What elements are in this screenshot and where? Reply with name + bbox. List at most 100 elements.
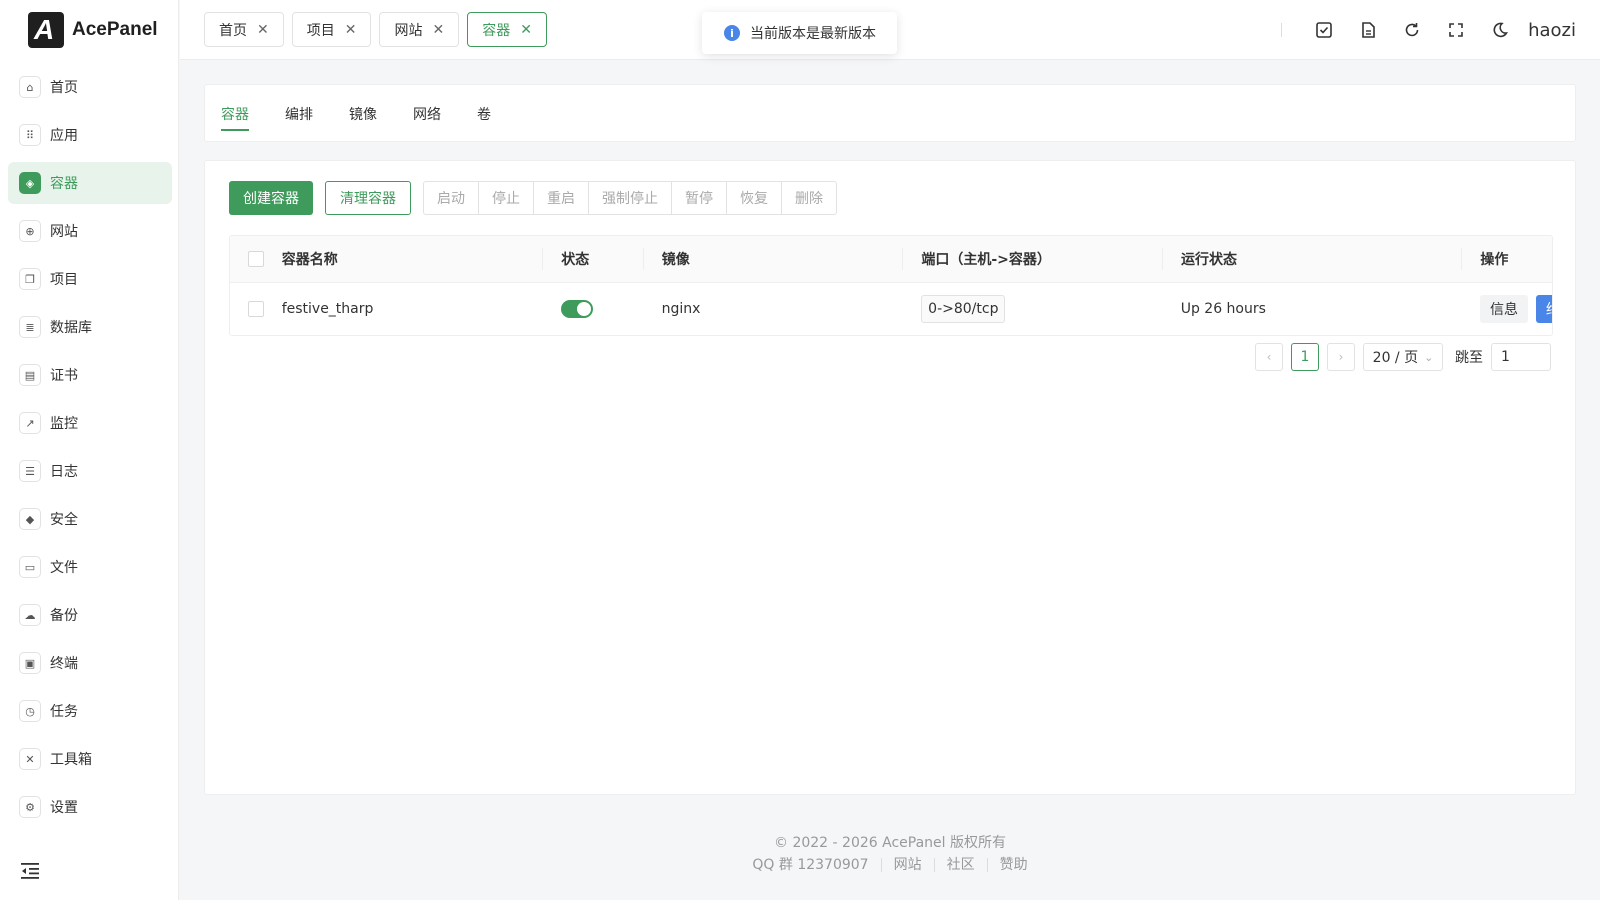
document-icon[interactable] (1346, 21, 1390, 39)
sidebar-item-settings[interactable]: ⚙ 设置 (8, 786, 172, 828)
header-divider (1281, 23, 1283, 37)
footer-link-sponsor[interactable]: 赞助 (988, 858, 1040, 872)
bulk-action-group: 启动 停止 重启 强制停止 暂停 恢复 删除 (423, 181, 837, 215)
force-stop-button[interactable]: 强制停止 (589, 182, 672, 214)
pagination: ‹ 1 › 20 / 页 ⌄ 跳至 (1255, 343, 1551, 371)
sidebar-item-label: 项目 (50, 272, 78, 288)
container-name: festive_tharp (281, 301, 374, 317)
delete-button[interactable]: 删除 (782, 182, 836, 214)
chart-line-icon: ↗ (19, 412, 41, 434)
tab-containers-list[interactable]: 容器 (221, 85, 249, 143)
tab-label: 容器 (482, 22, 511, 39)
row-checkbox[interactable] (247, 301, 264, 317)
sidebar-item-apps[interactable]: ⠿ 应用 (8, 114, 172, 156)
toast-message: 当前版本是最新版本 (750, 26, 876, 42)
jump-page-input[interactable] (1491, 343, 1551, 371)
jump-label: 跳至 (1455, 350, 1483, 366)
database-icon: ≣ (19, 316, 41, 338)
tab-volumes[interactable]: 卷 (477, 85, 491, 143)
close-icon[interactable]: ✕ (520, 22, 532, 38)
info-button[interactable]: 信息 (1480, 295, 1528, 323)
footer-link-community[interactable]: 社区 (935, 858, 988, 872)
tab-home[interactable]: 首页 ✕ (204, 12, 284, 47)
tab-projects[interactable]: 项目 ✕ (291, 12, 372, 47)
tab-networks[interactable]: 网络 (413, 85, 441, 143)
tab-images[interactable]: 镜像 (349, 85, 377, 143)
cloud-icon: ☁ (19, 604, 41, 626)
sidebar-item-label: 数据库 (50, 320, 92, 336)
sidebar-item-containers[interactable]: ◈ 容器 (8, 162, 172, 204)
gear-icon: ⚙ (19, 796, 41, 818)
sidebar-item-label: 文件 (50, 560, 78, 576)
prev-page-icon[interactable]: ‹ (1255, 343, 1283, 371)
info-icon: i (724, 25, 740, 41)
start-button[interactable]: 启动 (424, 182, 479, 214)
column-header-status: 状态 (561, 252, 590, 268)
task-checklist-icon[interactable] (1302, 21, 1346, 39)
moon-icon[interactable] (1478, 21, 1522, 39)
user-menu[interactable]: haozi (1528, 20, 1576, 41)
container-status-toggle[interactable] (561, 300, 594, 318)
copyright-text: © 2022 - 2026 AcePanel 版权所有 (774, 835, 1006, 851)
document-icon: ☰ (19, 460, 41, 482)
table-row: festive_tharp nginx 0->80/tcp Up 26 hour… (230, 283, 1552, 335)
column-header-run-state: 运行状态 (1181, 252, 1237, 268)
sidebar-item-label: 设置 (50, 800, 78, 816)
certificate-icon: ▤ (19, 364, 41, 386)
resume-button[interactable]: 恢复 (727, 182, 782, 214)
sidebar-item-logs[interactable]: ☰ 日志 (8, 450, 172, 492)
close-icon[interactable]: ✕ (257, 22, 269, 38)
sidebar-item-backup[interactable]: ☁ 备份 (8, 594, 172, 636)
stop-button[interactable]: 停止 (479, 182, 534, 214)
create-container-button[interactable]: 创建容器 (229, 181, 313, 215)
folder-icon: ▭ (19, 556, 41, 578)
page-button-1[interactable]: 1 (1291, 343, 1319, 371)
run-state: Up 26 hours (1180, 301, 1266, 317)
sidebar-item-label: 网站 (50, 224, 78, 240)
port-mapping-tag: 0->80/tcp (921, 295, 1006, 323)
brand-logo[interactable]: A AcePanel (28, 12, 158, 48)
footer-link-website[interactable]: 网站 (882, 858, 935, 872)
sidebar-item-websites[interactable]: ⊕ 网站 (8, 210, 172, 252)
sidebar-item-label: 容器 (50, 176, 78, 192)
column-header-name: 容器名称 (281, 252, 338, 268)
pause-button[interactable]: 暂停 (672, 182, 727, 214)
close-icon[interactable]: ✕ (345, 22, 357, 38)
sidebar-item-monitor[interactable]: ↗ 监控 (8, 402, 172, 444)
page-tabs: 首页 ✕ 项目 ✕ 网站 ✕ 容器 ✕ (204, 12, 547, 47)
sidebar-item-label: 首页 (50, 80, 78, 96)
globe-icon: ⊕ (19, 220, 41, 242)
column-header-image: 镜像 (661, 252, 690, 268)
sidebar-item-terminal[interactable]: ▣ 终端 (8, 642, 172, 684)
sidebar-item-home[interactable]: ⌂ 首页 (8, 66, 172, 108)
tab-websites[interactable]: 网站 ✕ (379, 12, 460, 47)
refresh-icon[interactable] (1390, 21, 1434, 39)
tab-label: 首页 (219, 22, 247, 39)
sidebar-item-files[interactable]: ▭ 文件 (8, 546, 172, 588)
sidebar-item-tasks[interactable]: ◷ 任务 (8, 690, 172, 732)
info-toast: i 当前版本是最新版本 (702, 12, 897, 54)
sidebar-item-database[interactable]: ≣ 数据库 (8, 306, 172, 348)
close-icon[interactable]: ✕ (432, 22, 444, 38)
fullscreen-icon[interactable] (1434, 21, 1478, 39)
select-all-checkbox[interactable] (247, 251, 264, 267)
sidebar-item-certs[interactable]: ▤ 证书 (8, 354, 172, 396)
next-page-icon[interactable]: › (1327, 343, 1355, 371)
clean-containers-button[interactable]: 清理容器 (325, 181, 411, 215)
footer-link-qq[interactable]: QQ 群 12370907 (740, 858, 882, 872)
sidebar-item-label: 任务 (50, 704, 78, 720)
sidebar-item-toolbox[interactable]: ✕ 工具箱 (8, 738, 172, 780)
top-header: 首页 ✕ 项目 ✕ 网站 ✕ 容器 ✕ i 当前版本是最新版本 haozi (180, 0, 1600, 60)
page-size-select[interactable]: 20 / 页 ⌄ (1363, 343, 1443, 371)
sidebar-item-label: 工具箱 (50, 752, 92, 768)
sidebar-item-security[interactable]: ◆ 安全 (8, 498, 172, 540)
sidebar-item-projects[interactable]: ❐ 项目 (8, 258, 172, 300)
sidebar-item-label: 备份 (50, 608, 78, 624)
tab-containers[interactable]: 容器 ✕ (467, 12, 547, 47)
sidebar-item-label: 监控 (50, 416, 78, 432)
terminal-button[interactable]: 终端 (1536, 295, 1552, 323)
footer: © 2022 - 2026 AcePanel 版权所有 QQ 群 1237090… (180, 832, 1600, 872)
tab-compose[interactable]: 编排 (285, 85, 313, 143)
sidebar-collapse-icon[interactable] (21, 862, 41, 880)
restart-button[interactable]: 重启 (534, 182, 589, 214)
